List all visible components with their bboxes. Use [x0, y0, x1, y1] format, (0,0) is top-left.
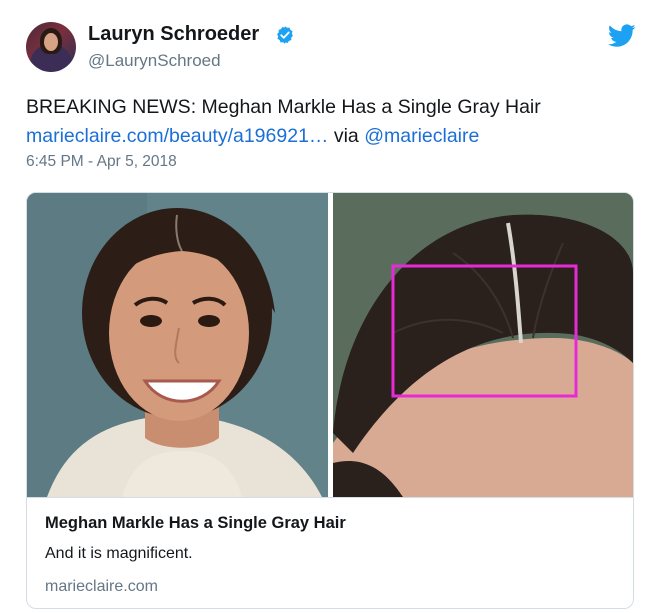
verified-badge-icon	[277, 26, 293, 44]
card-domain[interactable]: marieclaire.com	[45, 578, 158, 596]
mention-link[interactable]: @marieclaire	[364, 125, 479, 147]
tweet-link[interactable]: marieclaire.com/beauty/a196921…	[26, 125, 328, 147]
avatar-face	[44, 33, 58, 51]
avatar[interactable]	[26, 22, 76, 72]
link-card[interactable]: Meghan Markle Has a Single Gray Hair And…	[26, 192, 634, 609]
tweet-embed: Lauryn Schroeder @LaurynSchroed BREAKING…	[0, 0, 665, 613]
tweet-text-main: BREAKING NEWS: Meghan Markle Has a Singl…	[26, 96, 541, 118]
card-title[interactable]: Meghan Markle Has a Single Gray Hair	[45, 514, 346, 533]
card-image[interactable]	[27, 193, 633, 497]
via-text: via	[328, 125, 365, 147]
card-image-closeup	[333, 193, 633, 497]
author-name[interactable]: Lauryn Schroeder	[88, 23, 259, 46]
card-image-portrait	[27, 193, 328, 497]
author-handle[interactable]: @LaurynSchroed	[88, 51, 221, 71]
portrait-illustration	[27, 193, 328, 497]
tweet-text: BREAKING NEWS: Meghan Markle Has a Singl…	[26, 93, 646, 151]
tweet-timestamp[interactable]: 6:45 PM - Apr 5, 2018	[26, 153, 177, 171]
twitter-bird-icon[interactable]	[608, 24, 636, 48]
card-body[interactable]: Meghan Markle Has a Single Gray Hair And…	[27, 497, 633, 608]
card-description: And it is magnificent.	[45, 545, 193, 562]
closeup-illustration	[333, 193, 633, 497]
